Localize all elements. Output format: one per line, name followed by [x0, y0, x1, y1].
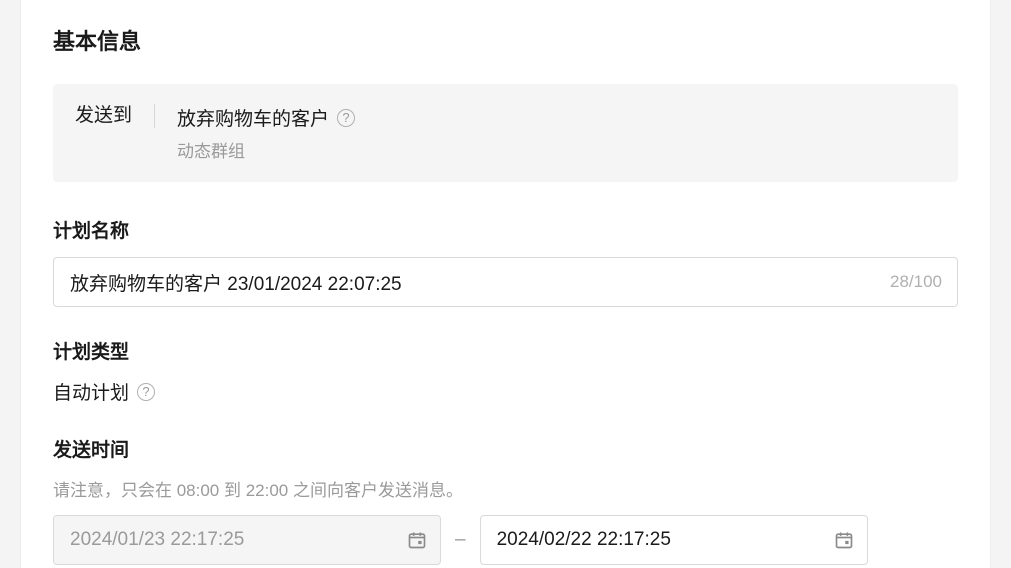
plan-name-block: 计划名称 28/100 — [53, 216, 958, 307]
plan-name-label: 计划名称 — [53, 216, 958, 243]
send-to-value-row: 放弃购物车的客户 ? — [177, 104, 355, 131]
section-title: 基本信息 — [53, 24, 958, 56]
plan-type-label: 计划类型 — [53, 337, 958, 364]
send-time-note: 请注意，只会在 08:00 到 22:00 之间向客户发送消息。 — [53, 476, 958, 501]
plan-type-value-row: 自动计划 ? — [53, 378, 958, 405]
plan-name-input[interactable] — [53, 257, 958, 307]
end-date-wrap — [480, 515, 868, 565]
start-date-wrap — [53, 515, 441, 565]
send-time-label: 发送时间 — [53, 435, 958, 462]
help-icon[interactable]: ? — [337, 109, 355, 127]
send-to-box: 发送到 放弃购物车的客户 ? 动态群组 — [53, 84, 958, 182]
form-panel: 基本信息 发送到 放弃购物车的客户 ? 动态群组 计划名称 28/100 计划类… — [20, 0, 991, 568]
date-range-separator: – — [455, 529, 466, 551]
plan-type-value: 自动计划 — [53, 378, 129, 405]
send-to-value: 放弃购物车的客户 ? 动态群组 — [155, 104, 355, 162]
help-icon[interactable]: ? — [137, 383, 155, 401]
send-to-subtext: 动态群组 — [177, 137, 355, 162]
plan-type-block: 计划类型 自动计划 ? — [53, 337, 958, 405]
send-to-label: 发送到 — [75, 104, 155, 128]
date-range: – — [53, 515, 958, 565]
plan-name-input-wrap: 28/100 — [53, 257, 958, 307]
send-to-value-text: 放弃购物车的客户 — [177, 104, 329, 131]
send-time-block: 发送时间 请注意，只会在 08:00 到 22:00 之间向客户发送消息。 – — [53, 435, 958, 565]
start-date-input — [53, 515, 441, 565]
end-date-input[interactable] — [480, 515, 868, 565]
